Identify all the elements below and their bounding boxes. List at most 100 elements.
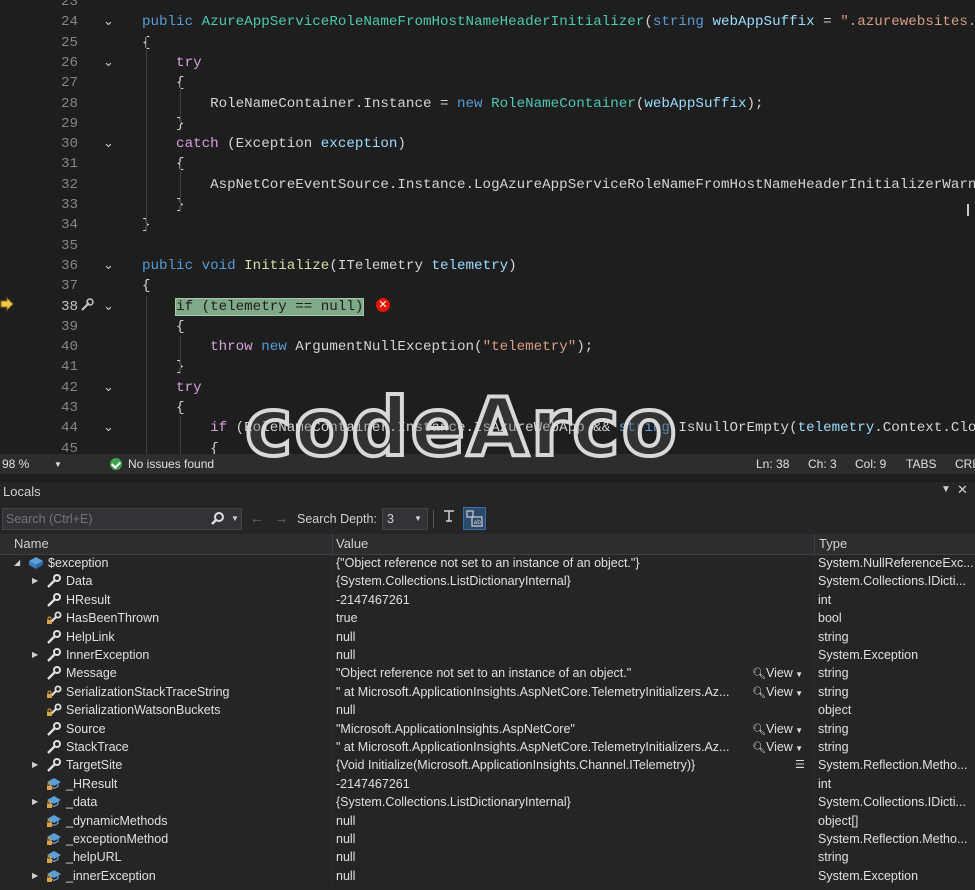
locals-row[interactable]: ▶ _innerException null System.Exception	[0, 866, 975, 885]
line-indicator[interactable]: Ln: 38	[756, 454, 789, 474]
hexadecimal-display-icon[interactable]: ab	[463, 507, 486, 530]
variable-value[interactable]: " at Microsoft.ApplicationInsights.AspNe…	[336, 683, 746, 701]
variable-value[interactable]: -2147467261	[336, 775, 746, 793]
char-indicator[interactable]: Ch: 3	[808, 454, 837, 474]
locals-row[interactable]: ▶ Data {System.Collections.ListDictionaryI…	[0, 572, 975, 591]
chevron-down-icon[interactable]: ▼	[793, 670, 803, 679]
variable-value[interactable]: null	[336, 646, 746, 664]
expand-icon[interactable]: ▶	[32, 646, 38, 664]
locals-row[interactable]: _helpURL null string	[0, 848, 975, 867]
locals-row[interactable]: ▶ TargetSite {Void Initialize(Microsoft.Ap…	[0, 756, 975, 775]
expand-icon[interactable]: ▶	[32, 793, 38, 811]
collapse-chevron-icon[interactable]: ⌄	[103, 297, 114, 317]
locals-row[interactable]: HelpLink null string	[0, 627, 975, 646]
chevron-down-icon: ▼	[414, 514, 422, 523]
variable-value[interactable]: true	[336, 609, 746, 627]
chevron-down-icon[interactable]: ▼	[793, 689, 803, 698]
search-next-icon[interactable]: →	[274, 510, 288, 526]
code-line[interactable]: 36 ⌄ public void Initialize(ITelemetry tel…	[0, 256, 975, 276]
variable-value[interactable]: -2147467261	[336, 591, 746, 609]
column-indicator[interactable]: Col: 9	[855, 454, 886, 474]
panel-splitter[interactable]	[0, 474, 975, 482]
variable-value[interactable]: null	[336, 628, 746, 646]
variable-value[interactable]: {System.Collections.ListDictionaryIntern…	[336, 793, 746, 811]
code-line[interactable]: 35	[0, 236, 975, 256]
code-token: AspNetCoreEventSource.Instance.LogAzureA…	[142, 176, 975, 193]
issues-status[interactable]: No issues found	[128, 454, 214, 474]
collapse-chevron-icon[interactable]: ⌄	[103, 378, 114, 398]
variable-value[interactable]: " at Microsoft.ApplicationInsights.AspNe…	[336, 738, 746, 756]
zoom-level[interactable]: 98 %	[2, 454, 29, 474]
line-ending-indicator[interactable]: CRL	[955, 454, 975, 474]
locals-row[interactable]: ◢ $exception {"Object reference not set to…	[0, 554, 975, 572]
window-position-dropdown-icon[interactable]: ▼	[941, 484, 951, 495]
locals-row[interactable]: ▶ _data {System.Collections.ListDictionary…	[0, 793, 975, 812]
text-visualizer-button[interactable]: 🔍︎View ▼	[752, 720, 803, 740]
line-number: 29	[60, 115, 78, 132]
variable-type: string	[818, 666, 849, 681]
locals-row[interactable]: StackTrace " at Microsoft.ApplicationInsi…	[0, 738, 975, 756]
variable-value[interactable]: {System.Collections.ListDictionaryIntern…	[336, 572, 746, 590]
tabs-indicator[interactable]: TABS	[906, 454, 936, 474]
pin-column-icon[interactable]	[441, 509, 457, 527]
locals-row[interactable]: Source "Microsoft.ApplicationInsights.Asp…	[0, 719, 975, 740]
visualizer-icon[interactable]: ☰	[795, 756, 805, 774]
zoom-dropdown-icon[interactable]: ▼	[54, 455, 62, 475]
text-visualizer-button[interactable]: 🔍︎View ▼	[752, 664, 803, 684]
view-label: View	[765, 684, 793, 699]
chevron-down-icon[interactable]: ▼	[793, 744, 803, 753]
variable-value[interactable]: null	[336, 867, 746, 885]
locals-row[interactable]: Message "Object reference not set to an i…	[0, 664, 975, 684]
locals-row[interactable]: ▶ InnerException null System.Exception	[0, 646, 975, 664]
collapse-chevron-icon[interactable]: ⌄	[103, 134, 114, 154]
text-visualizer-button[interactable]: 🔍︎View ▼	[752, 683, 803, 703]
collapse-icon[interactable]: ◢	[14, 554, 20, 572]
collapse-chevron-icon[interactable]: ⌄	[103, 418, 114, 438]
column-header-type[interactable]: Type	[819, 534, 847, 554]
expand-icon[interactable]: ▶	[32, 867, 38, 885]
collapse-chevron-icon[interactable]: ⌄	[103, 256, 114, 276]
cell-divider	[332, 774, 333, 793]
column-resizer[interactable]	[814, 534, 815, 554]
code-editor[interactable]: 23 24 ⌄ public AzureAppServiceRoleNameFromH…	[0, 0, 975, 454]
variable-value[interactable]: "Microsoft.ApplicationInsights.AspNetCor…	[336, 720, 746, 738]
search-input[interactable]	[6, 509, 201, 529]
column-header-value[interactable]: Value	[336, 534, 368, 554]
search-options-dropdown-icon[interactable]: ▼	[231, 509, 239, 529]
variable-value[interactable]: {Void Initialize(Microsoft.ApplicationIn…	[336, 756, 746, 774]
close-icon[interactable]: ✕	[957, 482, 968, 498]
column-resizer[interactable]	[332, 534, 333, 554]
column-header-name[interactable]: Name	[14, 534, 49, 554]
locals-row[interactable]: HasBeenThrown true bool	[0, 609, 975, 628]
variable-value[interactable]: {"Object reference not set to an instanc…	[336, 554, 746, 572]
code-line[interactable]: 24 ⌄ public AzureAppServiceRoleNameFromHos…	[0, 12, 975, 32]
search-depth-select[interactable]: 3 ▼	[382, 508, 428, 530]
locals-row[interactable]: SerializationStackTraceString " at Micros…	[0, 682, 975, 703]
variable-value[interactable]: null	[336, 848, 746, 866]
search-previous-icon[interactable]: ←	[250, 510, 264, 526]
view-label: View	[765, 740, 793, 754]
chevron-down-icon[interactable]: ▼	[793, 726, 803, 735]
code-line[interactable]: 37 {	[0, 276, 975, 296]
line-number: 43	[60, 400, 78, 416]
locals-row[interactable]: _dynamicMethods null object[]	[0, 811, 975, 830]
text-visualizer-button[interactable]: 🔍︎View ▼	[752, 738, 803, 758]
variable-name: StackTrace	[66, 740, 129, 754]
exception-error-icon[interactable]: ✕	[376, 298, 390, 312]
collapse-chevron-icon[interactable]: ⌄	[103, 53, 114, 73]
search-box[interactable]: ▼	[2, 508, 242, 530]
locals-row[interactable]: HResult -2147467261 int	[0, 590, 975, 609]
variable-value[interactable]: "Object reference not set to an instance…	[336, 664, 746, 682]
search-icon[interactable]	[210, 511, 226, 527]
locals-row[interactable]: _exceptionMethod null System.Reflection.Me…	[0, 830, 975, 848]
variable-value[interactable]: null	[336, 812, 746, 830]
exception-helper-icon[interactable]	[79, 297, 95, 313]
collapse-chevron-icon[interactable]: ⌄	[103, 12, 114, 32]
expand-icon[interactable]: ▶	[32, 756, 38, 774]
locals-row[interactable]: SerializationWatsonBuckets null object	[0, 701, 975, 720]
expand-icon[interactable]: ▶	[32, 572, 38, 590]
locals-row[interactable]: _HResult -2147467261 int	[0, 774, 975, 793]
code-line[interactable]: 23	[0, 0, 975, 12]
variable-value[interactable]: null	[336, 701, 746, 719]
variable-value[interactable]: null	[336, 830, 746, 848]
